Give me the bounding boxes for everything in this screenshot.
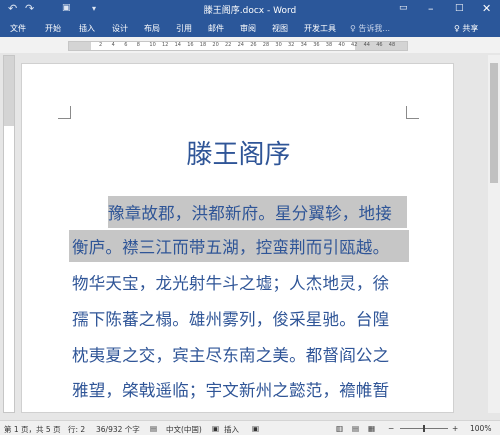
ruler-tick-label: 36 (313, 42, 320, 48)
zoom-in-button[interactable]: + (452, 424, 458, 433)
ruler-tick-label: 4 (111, 42, 115, 48)
word-count[interactable]: 36/932 个字 (96, 424, 140, 435)
ruler-tick-label: 16 (187, 42, 194, 48)
window-title: 滕王阁序.docx - Word (203, 6, 297, 16)
close-icon[interactable]: ✕ (482, 2, 491, 15)
minimize-icon[interactable]: – (428, 2, 434, 15)
ruler-tick-label: 42 (351, 42, 358, 48)
ruler-tick-label: 12 (162, 42, 169, 48)
ribbon-tab-bar: 文件 开始 插入 设计 布局 引用 邮件 审阅 视图 开发工具 ♀ 告诉我...… (0, 20, 500, 37)
ruler-tick-label: 24 (237, 42, 244, 48)
ruler-tick-label: 6 (124, 42, 128, 48)
paragraph-line[interactable]: 孺下陈蕃之榻。雄州雾列，俊采星驰。台隍 (72, 306, 412, 330)
maximize-icon[interactable]: □ (455, 3, 464, 13)
page-count[interactable]: 第 1 页，共 5 页 (4, 424, 61, 435)
ribbon-display-options-icon[interactable]: ▭ (399, 3, 408, 13)
zoom-out-button[interactable]: − (388, 424, 394, 433)
web-layout-icon[interactable]: ▦ (368, 424, 375, 433)
ruler-tick-label: 14 (174, 42, 181, 48)
tab-home[interactable]: 开始 (45, 23, 61, 34)
paragraph-line[interactable]: 雅望，棨戟遥临；宇文新州之懿范，襜帷暂 (72, 377, 412, 401)
tab-file[interactable]: 文件 (10, 23, 26, 34)
ruler-tick-label: 32 (288, 42, 295, 48)
proofing-icon[interactable]: ▤ (150, 424, 157, 433)
zoom-slider[interactable] (400, 425, 448, 432)
paragraph-line[interactable]: 枕夷夏之交，宾主尽东南之美。都督阎公之 (72, 342, 412, 366)
read-mode-icon[interactable]: ▥ (336, 424, 343, 433)
ruler-tick-label: 18 (199, 42, 207, 48)
ruler-tick-label: 10 (149, 42, 156, 48)
ruler-tick-label: 20 (212, 42, 219, 48)
ruler-top-margin (4, 56, 14, 126)
macro-record-icon[interactable]: ▣ (212, 424, 219, 433)
vertical-scrollbar[interactable] (488, 55, 500, 413)
title-bar: ↶ ↷ ▣ ▾ 滕王阁序.docx - Word ▭ – □ ✕ (0, 0, 500, 20)
tab-review[interactable]: 审阅 (240, 23, 256, 34)
tab-references[interactable]: 引用 (176, 23, 192, 34)
ruler-tick-label: 44 (363, 42, 370, 48)
ruler-tick-label: 48 (388, 42, 396, 48)
document-page[interactable]: 滕王阁序 豫章故郡，洪都新府。星分翼轸，地接 衡庐。襟三江而带五湖，控蛮荆而引瓯… (21, 63, 454, 413)
margin-corner-tl (58, 106, 71, 119)
tab-design[interactable]: 设计 (112, 23, 128, 34)
tab-layout[interactable]: 布局 (144, 23, 160, 34)
ruler-tick-label: 28 (262, 42, 270, 48)
ruler-tick-label: 2 (99, 42, 103, 48)
ruler-tick-label: 34 (300, 42, 307, 48)
document-title[interactable]: 滕王阁序 (22, 134, 455, 171)
zoom-level[interactable]: 100% (470, 424, 491, 433)
tab-developer[interactable]: 开发工具 (304, 23, 336, 34)
horizontal-ruler[interactable]: 2 4 6 8 10 12 14 16 18 20 22 24 26 28 30 32 34 36 38 40 42 44… (68, 41, 408, 51)
insert-mode[interactable]: 插入 (224, 424, 239, 435)
vertical-ruler[interactable] (3, 55, 15, 413)
ruler-tick-label: 38 (325, 42, 333, 48)
paragraph-line[interactable]: 物华天宝，龙光射牛斗之墟；人杰地灵，徐 (72, 270, 412, 294)
share-button[interactable]: ♀ 共享 (454, 23, 478, 34)
ruler-tick-label: 22 (225, 42, 232, 48)
tab-insert[interactable]: 插入 (79, 23, 95, 34)
scrollbar-thumb[interactable] (490, 63, 498, 183)
ruler-tick-label: 8 (136, 42, 140, 48)
language-indicator[interactable]: 中文(中国) (166, 424, 202, 435)
ruler-tick-label: 46 (376, 42, 383, 48)
margin-corner-tr (406, 106, 419, 119)
tab-mailings[interactable]: 邮件 (208, 23, 224, 34)
tell-me-search[interactable]: ♀ 告诉我... (350, 23, 390, 34)
accessibility-icon[interactable]: ▣ (252, 424, 259, 433)
zoom-slider-thumb[interactable] (423, 425, 425, 432)
ruler-left-margin (69, 42, 91, 50)
print-layout-icon[interactable]: ▤ (352, 424, 359, 433)
status-bar: 第 1 页，共 5 页 行: 2 36/932 个字 ▤ 中文(中国) ▣ 插入… (0, 420, 500, 435)
line-number: 行: 2 (68, 425, 86, 434)
ruler-tick-label: 26 (250, 42, 257, 48)
paragraph-line[interactable]: 衡庐。襟三江而带五湖，控蛮荆而引瓯越。 (72, 234, 412, 258)
paragraph-line[interactable]: 豫章故郡，洪都新府。星分翼轸，地接 (72, 200, 448, 224)
ruler-tick-label: 40 (338, 42, 345, 48)
ruler-tick-label: 30 (275, 42, 282, 48)
tab-view[interactable]: 视图 (272, 23, 288, 34)
